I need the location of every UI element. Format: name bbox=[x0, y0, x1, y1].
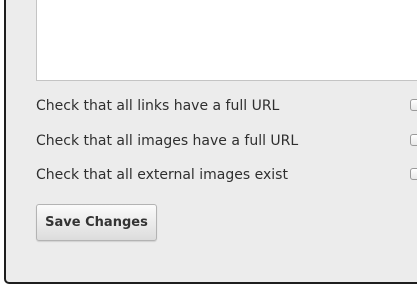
settings-panel: Check that all links have a full URL Che… bbox=[4, 0, 417, 284]
checkbox-external-images-exist[interactable] bbox=[410, 168, 417, 180]
option-label-links-full-url: Check that all links have a full URL bbox=[36, 98, 280, 114]
checkbox-links-full-url[interactable] bbox=[410, 99, 417, 111]
settings-textarea[interactable] bbox=[36, 0, 417, 81]
option-label-images-full-url: Check that all images have a full URL bbox=[36, 133, 299, 149]
save-changes-button[interactable]: Save Changes bbox=[36, 204, 157, 241]
checkbox-images-full-url[interactable] bbox=[410, 134, 417, 146]
option-label-external-images-exist: Check that all external images exist bbox=[36, 167, 288, 183]
